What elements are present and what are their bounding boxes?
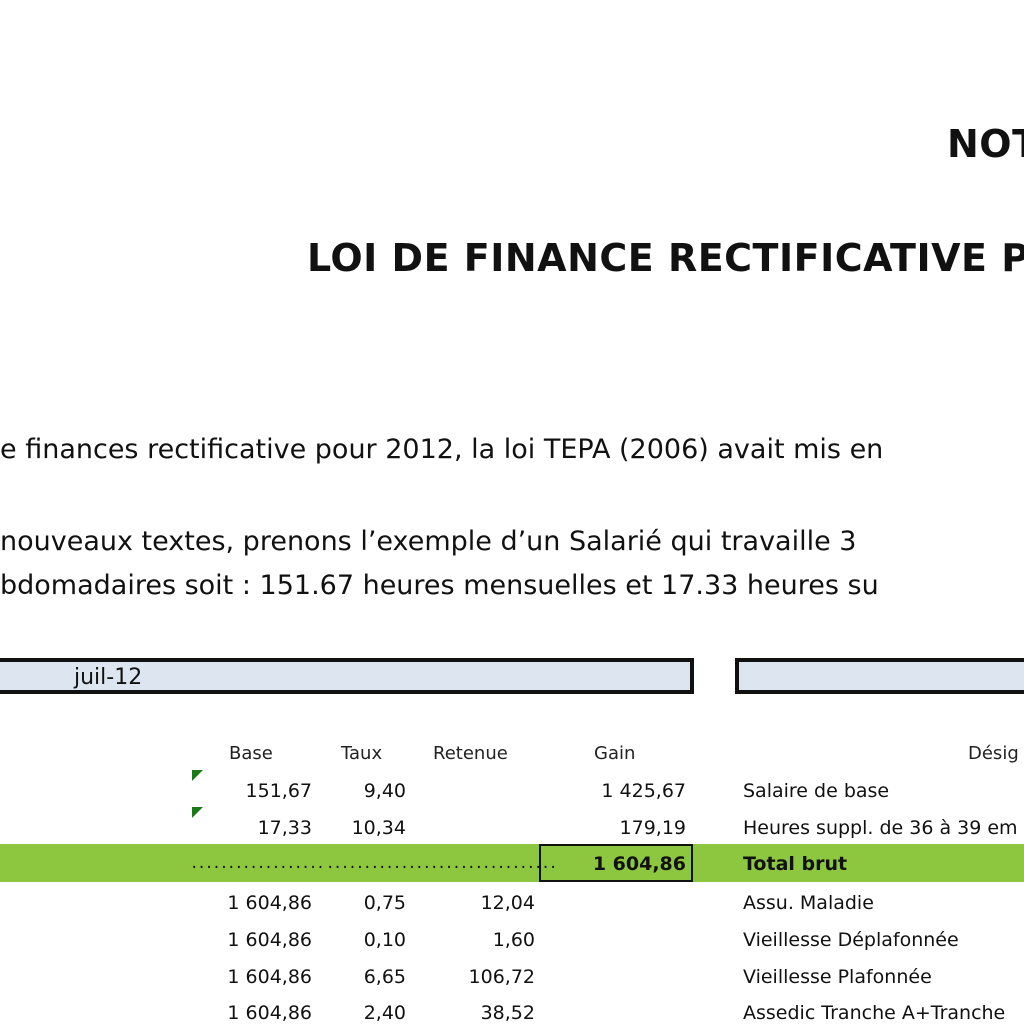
total-dots-base: .................. <box>190 856 325 872</box>
row-taux: 10,34 <box>351 817 406 839</box>
row-base: 1 604,86 <box>227 1002 312 1024</box>
total-designation: Total brut <box>743 853 848 875</box>
header-retenue: Retenue <box>433 743 508 764</box>
document-title-top: NOT <box>947 122 1024 166</box>
total-dots-taux-retenue: ............................... <box>326 856 557 872</box>
cell-comment-flag-icon <box>192 770 203 781</box>
row-designation: Assu. Maladie <box>743 892 874 914</box>
row-designation: Vieillesse Déplafonnée <box>743 929 959 951</box>
row-gain: 1 425,67 <box>601 780 686 802</box>
row-designation: Assedic Tranche A+Tranche <box>743 1002 1006 1024</box>
row-taux: 9,40 <box>363 780 406 802</box>
row-designation: Vieillesse Plafonnée <box>743 966 932 988</box>
row-retenue: 1,60 <box>492 929 535 951</box>
header-designation: Désig <box>968 743 1019 764</box>
cell-comment-flag-icon <box>192 807 203 818</box>
total-gain: 1 604,86 <box>592 853 686 875</box>
row-retenue: 12,04 <box>480 892 535 914</box>
document-title-main: LOI DE FINANCE RECTIFICATIVE PO <box>307 236 1024 280</box>
row-base: 1 604,86 <box>227 892 312 914</box>
row-taux: 6,65 <box>363 966 406 988</box>
intro-line-2: nouveaux textes, prenons l’exemple d’un … <box>0 526 857 557</box>
row-designation: Salaire de base <box>743 780 890 802</box>
row-designation: Heures suppl. de 36 à 39 em <box>743 817 1018 839</box>
row-taux: 2,40 <box>363 1002 406 1024</box>
row-retenue: 106,72 <box>468 966 535 988</box>
period-label: juil-12 <box>74 665 143 690</box>
row-base: 1 604,86 <box>227 929 312 951</box>
header-taux: Taux <box>341 743 383 764</box>
row-gain: 179,19 <box>619 817 686 839</box>
intro-line-1: e finances rectificative pour 2012, la l… <box>0 434 884 465</box>
period-bar: juil-12 <box>0 658 694 694</box>
row-taux: 0,10 <box>363 929 406 951</box>
row-taux: 0,75 <box>363 892 406 914</box>
row-base: 151,67 <box>245 780 312 802</box>
header-base: Base <box>229 743 273 764</box>
row-base: 1 604,86 <box>227 966 312 988</box>
intro-line-3: bdomadaires soit : 151.67 heures mensuel… <box>0 570 879 601</box>
header-gain: Gain <box>594 743 636 764</box>
designation-bar <box>735 658 1024 694</box>
row-base: 17,33 <box>257 817 312 839</box>
row-retenue: 38,52 <box>480 1002 535 1024</box>
